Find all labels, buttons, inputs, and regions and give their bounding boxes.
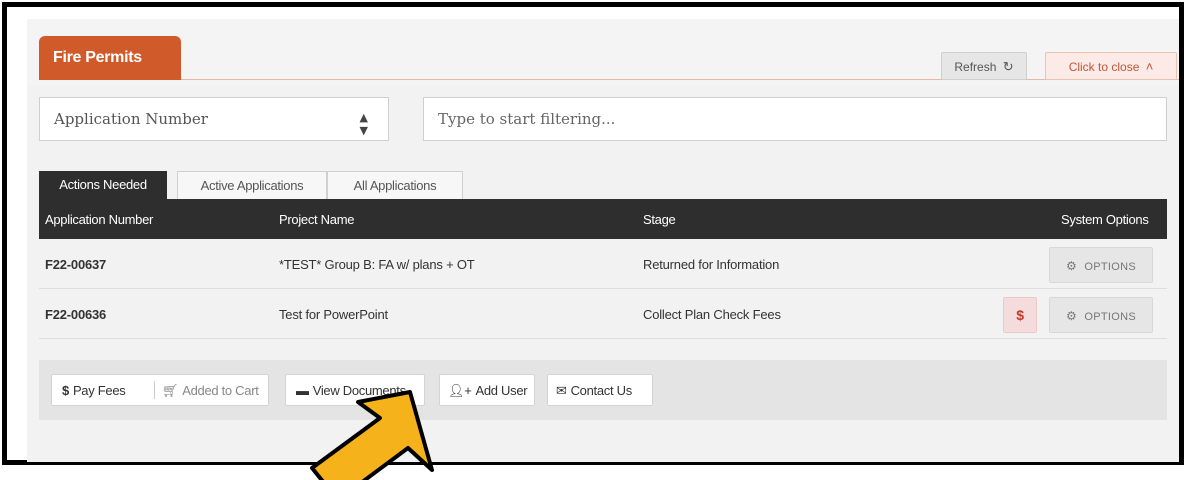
table-row: F22-00637 *TEST* Group B: FA w/ plans + … bbox=[39, 239, 1167, 289]
close-button[interactable]: Click to close ˄ bbox=[1045, 52, 1177, 80]
refresh-button[interactable]: Refresh ↻ bbox=[941, 52, 1027, 80]
options-button[interactable]: ⚙ OPTIONS bbox=[1049, 297, 1153, 333]
pay-fees-label: Pay Fees bbox=[72, 383, 126, 398]
gears-icon: ⚙ bbox=[1065, 259, 1078, 273]
sort-caret-icon: ▲ ▼ bbox=[359, 111, 368, 137]
panel-title: Fire Permits bbox=[39, 36, 181, 80]
refresh-icon: ↻ bbox=[1002, 59, 1014, 74]
pay-fees-button[interactable]: $ Pay Fees bbox=[62, 383, 126, 398]
project-name: *TEST* Group B: FA w/ plans + OT bbox=[279, 257, 475, 272]
column-header-project-name[interactable]: Project Name bbox=[279, 212, 354, 227]
arrow-pointer-icon bbox=[310, 390, 434, 480]
table-row: F22-00636 Test for PowerPoint Collect Pl… bbox=[39, 289, 1167, 339]
column-header-system-options: System Options bbox=[1061, 212, 1149, 227]
filter-placeholder: Type to start filtering... bbox=[438, 110, 616, 128]
options-button[interactable]: ⚙ OPTIONS bbox=[1049, 247, 1153, 283]
application-number-link[interactable]: F22-00636 bbox=[45, 307, 106, 322]
row-action-bar: $ Pay Fees 🛒︎ Added to Cart ▬ View Document… bbox=[39, 360, 1167, 420]
stage-text: Collect Plan Check Fees bbox=[643, 307, 781, 322]
added-to-cart-label: Added to Cart bbox=[182, 383, 259, 398]
contact-us-button[interactable]: ✉︎ Contact Us bbox=[547, 374, 653, 406]
application-number-link[interactable]: F22-00637 bbox=[45, 257, 106, 272]
screenshot-frame: Fire Permits Refresh ↻ Click to close ˄ … bbox=[2, 2, 1184, 465]
filter-row: Application Number ▲ ▼ Type to start filt… bbox=[39, 89, 1167, 141]
filter-field-value: Application Number bbox=[54, 110, 208, 128]
refresh-label: Refresh bbox=[954, 60, 997, 74]
filter-input[interactable]: Type to start filtering... bbox=[423, 97, 1167, 141]
column-header-stage[interactable]: Stage bbox=[643, 212, 676, 227]
options-label: OPTIONS bbox=[1084, 311, 1137, 323]
pay-fees-group[interactable]: $ Pay Fees 🛒︎ Added to Cart bbox=[51, 374, 269, 406]
panel-header: Fire Permits Refresh ↻ Click to close ˄ bbox=[27, 19, 1179, 85]
contact-us-label: Contact Us bbox=[570, 383, 633, 398]
dollar-icon: $ bbox=[62, 383, 69, 398]
added-to-cart-button[interactable]: 🛒︎ Added to Cart bbox=[162, 383, 259, 399]
cart-icon: 🛒︎ bbox=[162, 383, 179, 398]
filter-field-select[interactable]: Application Number ▲ ▼ bbox=[39, 97, 389, 141]
stage-text: Returned for Information bbox=[643, 257, 780, 272]
project-name: Test for PowerPoint bbox=[279, 307, 388, 322]
envelope-icon: ✉︎ bbox=[556, 383, 567, 398]
close-label: Click to close bbox=[1068, 60, 1140, 74]
add-user-label: Add User bbox=[475, 383, 528, 398]
options-label: OPTIONS bbox=[1084, 261, 1137, 273]
pay-fee-button[interactable]: $ bbox=[1003, 297, 1037, 333]
user-plus-icon: 👤︎+ bbox=[448, 383, 472, 398]
tab-actions-needed[interactable]: Actions Needed bbox=[39, 171, 167, 199]
fire-permits-panel: Fire Permits Refresh ↻ Click to close ˄ … bbox=[27, 19, 1179, 462]
add-user-button[interactable]: 👤︎+ Add User bbox=[439, 374, 535, 406]
button-divider bbox=[154, 381, 155, 399]
table-header: Application Number Project Name Stage Sy… bbox=[39, 199, 1167, 239]
gears-icon: ⚙ bbox=[1065, 309, 1078, 323]
tab-active-applications[interactable]: Active Applications bbox=[177, 171, 327, 199]
tab-all-applications[interactable]: All Applications bbox=[327, 171, 463, 199]
applications-table: Application Number Project Name Stage Sy… bbox=[39, 199, 1167, 339]
column-header-application-number[interactable]: Application Number bbox=[45, 212, 153, 227]
header-divider bbox=[181, 79, 1179, 80]
chevron-up-icon: ˄ bbox=[1145, 59, 1154, 74]
